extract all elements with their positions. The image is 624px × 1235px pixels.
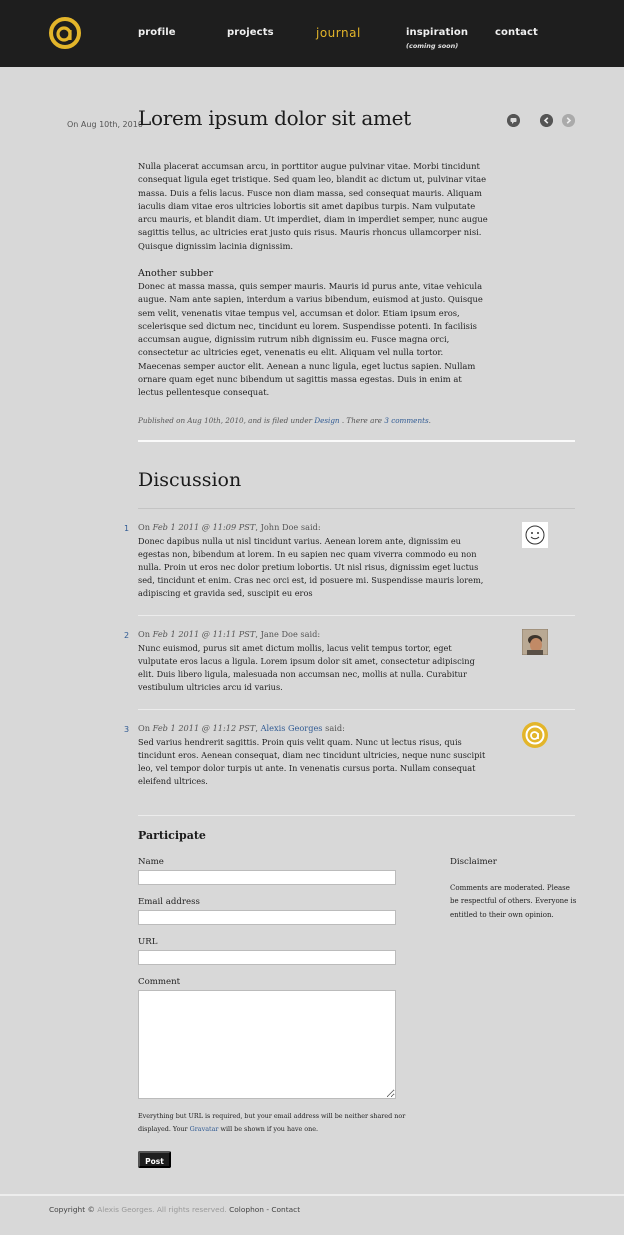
comment-on: On — [138, 522, 150, 532]
comment-text: Donec dapibus nulla ut nisl tincidunt va… — [138, 536, 484, 598]
comment-number[interactable]: 1 — [124, 524, 129, 533]
comments-icon[interactable] — [507, 114, 520, 127]
nav-projects[interactable]: projects — [227, 27, 274, 38]
participate-title: Participate — [138, 829, 206, 842]
logo-avatar-icon — [522, 722, 548, 748]
next-post-icon[interactable] — [562, 114, 575, 127]
disclaimer-text: Comments are moderated. Please be respec… — [450, 884, 577, 919]
comment-header: On Feb 1 2011 @ 11:12 PST, Alexis George… — [138, 723, 345, 733]
comment-divider — [138, 615, 575, 616]
comment-divider — [138, 815, 575, 816]
footer-separator: - — [266, 1205, 269, 1214]
site-footer: Copyright © Alexis Georges. All rights r… — [49, 1205, 300, 1214]
comments-count-link[interactable]: 3 comments — [384, 416, 428, 425]
site-header: profile projects journal inspiration (co… — [0, 0, 624, 67]
disclaimer-title: Disclaimer — [450, 857, 497, 867]
comment-said: said: — [300, 629, 321, 639]
post-button[interactable]: Post — [138, 1151, 171, 1168]
post-title: Lorem ipsum dolor sit amet — [138, 106, 411, 130]
discussion-divider — [138, 508, 575, 509]
name-label: Name — [138, 857, 164, 867]
discussion-title: Discussion — [138, 469, 242, 491]
url-input[interactable] — [138, 950, 396, 965]
post-paragraph-2: Donec at massa massa, quis semper mauris… — [138, 281, 483, 398]
comment-text: Sed varius hendrerit sagittis. Proin qui… — [138, 737, 486, 786]
nav-journal[interactable]: journal — [316, 26, 361, 40]
gravatar-link[interactable]: Gravatar — [190, 1125, 219, 1133]
comment-date: Feb 1 2011 @ 11:11 PST — [152, 629, 256, 639]
comment-author: John Doe — [260, 522, 299, 532]
post-meta: Published on Aug 10th, 2010, and is file… — [138, 416, 431, 425]
comment-on: On — [138, 723, 150, 733]
meta-middle: . There are — [341, 416, 383, 425]
colophon-link[interactable]: Colophon — [229, 1205, 264, 1214]
comment-number[interactable]: 3 — [124, 725, 129, 734]
nav-profile[interactable]: profile — [138, 27, 176, 38]
post-divider — [138, 440, 575, 442]
previous-post-icon[interactable] — [540, 114, 553, 127]
comment-said: said: — [325, 723, 345, 733]
comment-date: Feb 1 2011 @ 11:09 PST — [152, 522, 256, 532]
email-label: Email address — [138, 897, 200, 907]
nav-contact[interactable]: contact — [495, 27, 538, 38]
meta-end: . — [428, 416, 431, 425]
photo-avatar-icon — [522, 629, 548, 655]
comment-said: said: — [300, 522, 321, 532]
copyright-owner: Alexis Georges. All rights reserved. — [97, 1205, 227, 1214]
comment-label: Comment — [138, 977, 181, 987]
url-label: URL — [138, 937, 158, 947]
nav-inspiration-coming-soon: (coming soon) — [406, 42, 459, 50]
category-link[interactable]: Design — [314, 416, 339, 425]
logo-icon[interactable] — [48, 16, 82, 50]
copyright-text: Copyright © — [49, 1205, 95, 1214]
comment-on: On — [138, 629, 150, 639]
smiley-avatar-icon — [522, 522, 548, 548]
form-note-text-end: will be shown if you have one. — [220, 1125, 319, 1133]
footer-contact-link[interactable]: Contact — [271, 1205, 300, 1214]
comment-textarea[interactable] — [138, 990, 396, 1099]
comment-date: Feb 1 2011 @ 11:12 PST — [152, 723, 256, 733]
name-input[interactable] — [138, 870, 396, 885]
comment-header: On Feb 1 2011 @ 11:09 PST, John Doe said… — [138, 522, 321, 532]
email-input[interactable] — [138, 910, 396, 925]
comment-header: On Feb 1 2011 @ 11:11 PST, Jane Doe said… — [138, 629, 321, 639]
meta-prefix: Published on Aug 10th, 2010, and is file… — [138, 416, 313, 425]
comment-author: Jane Doe — [260, 629, 298, 639]
comment-divider — [138, 709, 575, 710]
comment-number[interactable]: 2 — [124, 631, 129, 640]
post-paragraph-1: Nulla placerat accumsan arcu, in porttit… — [138, 161, 488, 251]
form-note: Everything but URL is required, but your… — [138, 1110, 408, 1136]
nav-inspiration[interactable]: inspiration — [406, 27, 468, 38]
post-subheading: Another subber — [138, 268, 214, 279]
comment-author-link[interactable]: Alexis Georges — [261, 723, 323, 733]
post-date: On Aug 10th, 2010 — [67, 120, 143, 129]
footer-divider — [0, 1194, 624, 1196]
comment-text: Nunc euismod, purus sit amet dictum moll… — [138, 643, 475, 692]
